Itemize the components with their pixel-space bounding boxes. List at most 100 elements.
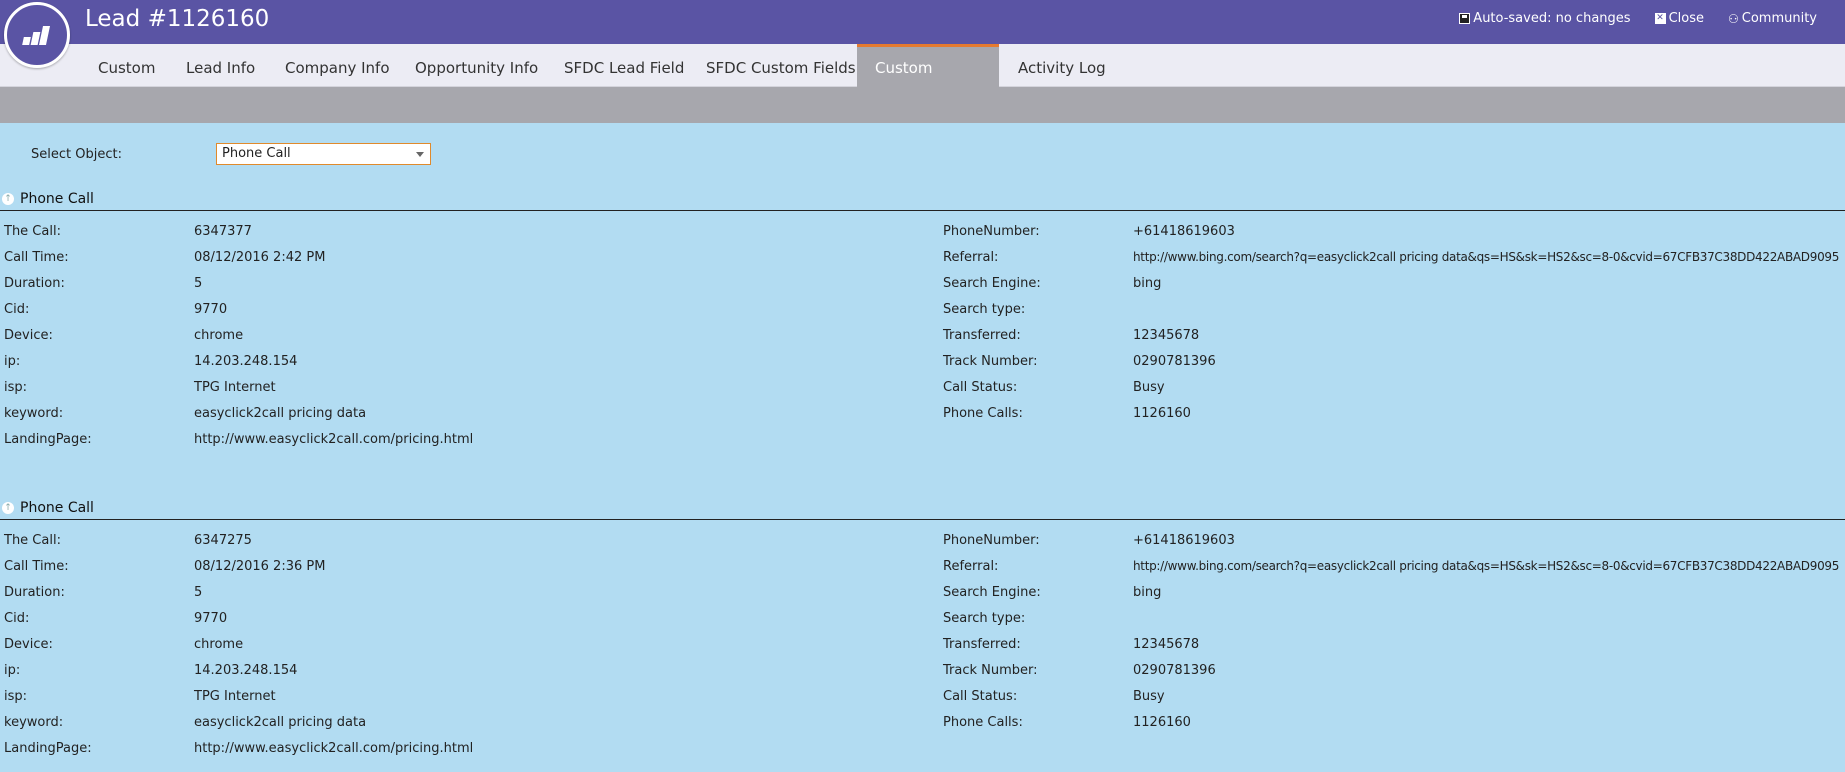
field-label: Device: <box>4 328 53 343</box>
field-label: Search Engine: <box>943 585 1041 600</box>
field-label: Search type: <box>943 302 1026 317</box>
tab-custom-objects[interactable]: Custom Objects <box>857 44 999 119</box>
logo-bar-1 <box>22 37 31 45</box>
field-label: Referral: <box>943 250 999 265</box>
field-value: 1126160 <box>1133 406 1191 421</box>
field-label: Search type: <box>943 611 1026 626</box>
field-value: 14.203.248.154 <box>194 663 298 678</box>
field-label: Phone Calls: <box>943 715 1023 730</box>
field-value: chrome <box>194 637 244 652</box>
field-value: http://www.bing.com/search?q=easyclick2c… <box>1133 250 1840 264</box>
field-value: 0290781396 <box>1133 354 1216 369</box>
field-label: PhoneNumber: <box>943 533 1040 548</box>
tab-lead-info[interactable]: Lead Info <box>168 44 273 87</box>
save-icon <box>1459 13 1471 24</box>
field-value: http://www.easyclick2call.com/pricing.ht… <box>194 741 474 756</box>
field-label: ip: <box>4 354 21 369</box>
close-button[interactable]: ✕ Close <box>1654 11 1704 26</box>
field-label: Referral: <box>943 559 999 574</box>
tab-sfdc-custom-fields[interactable]: SFDC Custom Fields <box>688 44 874 87</box>
collapse-icon[interactable]: ↑ <box>2 193 14 205</box>
field-value: TPG Internet <box>194 380 276 395</box>
field-value: +61418619603 <box>1133 224 1235 239</box>
field-value: 12345678 <box>1133 328 1200 343</box>
tab-custom[interactable]: Custom <box>80 44 173 87</box>
field-label: isp: <box>4 380 28 395</box>
tab-bar: Custom Lead Info Company Info Opportunit… <box>0 44 1845 119</box>
field-value: http://www.easyclick2call.com/pricing.ht… <box>194 432 474 447</box>
tab-activity-log[interactable]: Activity Log <box>1000 44 1124 87</box>
field-label: Cid: <box>4 611 30 626</box>
field-value: bing <box>1133 276 1162 291</box>
top-header: Lead #1126160 Auto-saved: no changes ✕ C… <box>0 0 1845 44</box>
field-value: TPG Internet <box>194 689 276 704</box>
field-value: 6347377 <box>194 224 252 239</box>
marketo-logo[interactable] <box>4 2 70 68</box>
field-label: Track Number: <box>943 663 1038 678</box>
field-label: The Call: <box>4 533 61 548</box>
field-value: Busy <box>1133 689 1165 704</box>
chevron-down-icon <box>416 152 424 157</box>
logo-bar-3 <box>38 26 51 45</box>
community-label: Community <box>1741 11 1817 26</box>
toolbar-strip <box>0 87 1845 123</box>
field-value: 1126160 <box>1133 715 1191 730</box>
record-1-header[interactable]: ↑ Phone Call <box>0 189 1845 211</box>
record-heading: Phone Call <box>20 500 94 516</box>
field-label: Call Time: <box>4 250 69 265</box>
field-label: keyword: <box>4 715 64 730</box>
community-link[interactable]: ⚇ Community <box>1728 11 1817 26</box>
autosave-text: Auto-saved: no changes <box>1473 11 1631 26</box>
field-label: ip: <box>4 663 21 678</box>
field-label: Phone Calls: <box>943 406 1023 421</box>
select-object-value: Phone Call <box>222 146 291 161</box>
field-value: +61418619603 <box>1133 533 1235 548</box>
field-value: easyclick2call pricing data <box>194 715 367 730</box>
field-label: Duration: <box>4 585 65 600</box>
field-value: 6347275 <box>194 533 252 548</box>
field-value: chrome <box>194 328 244 343</box>
collapse-icon[interactable]: ↑ <box>2 502 14 514</box>
select-object-dropdown[interactable]: Phone Call <box>216 143 431 165</box>
field-value: easyclick2call pricing data <box>194 406 367 421</box>
record-heading: Phone Call <box>20 191 94 207</box>
field-label: Transferred: <box>943 328 1021 343</box>
field-value: 0290781396 <box>1133 663 1216 678</box>
field-label: Call Status: <box>943 689 1018 704</box>
field-label: Call Time: <box>4 559 69 574</box>
header-actions: Auto-saved: no changes ✕ Close ⚇ Communi… <box>1459 11 1817 26</box>
close-label: Close <box>1668 11 1704 26</box>
field-label: Search Engine: <box>943 276 1041 291</box>
tab-opportunity-info[interactable]: Opportunity Info <box>397 44 556 87</box>
field-label: Transferred: <box>943 637 1021 652</box>
field-value: 08/12/2016 2:36 PM <box>194 559 326 574</box>
field-value: Busy <box>1133 380 1165 395</box>
field-label: LandingPage: <box>4 432 92 447</box>
field-label: keyword: <box>4 406 64 421</box>
field-label: Call Status: <box>943 380 1018 395</box>
field-value: 5 <box>194 585 203 600</box>
record-2-header[interactable]: ↑ Phone Call <box>0 498 1845 520</box>
field-value: 9770 <box>194 302 228 317</box>
field-label: Track Number: <box>943 354 1038 369</box>
field-label: isp: <box>4 689 28 704</box>
people-icon: ⚇ <box>1727 11 1739 26</box>
field-value: 14.203.248.154 <box>194 354 298 369</box>
field-value: bing <box>1133 585 1162 600</box>
close-icon: ✕ <box>1654 13 1666 24</box>
field-value: 9770 <box>194 611 228 626</box>
field-label: Cid: <box>4 302 30 317</box>
field-value: 12345678 <box>1133 637 1200 652</box>
tab-company-info[interactable]: Company Info <box>267 44 408 87</box>
autosave-status: Auto-saved: no changes <box>1459 11 1631 26</box>
tab-sfdc-lead-field[interactable]: SFDC Lead Field <box>546 44 702 87</box>
field-label: The Call: <box>4 224 61 239</box>
field-label: PhoneNumber: <box>943 224 1040 239</box>
field-label: Duration: <box>4 276 65 291</box>
field-value: 5 <box>194 276 203 291</box>
field-value: 08/12/2016 2:42 PM <box>194 250 326 265</box>
field-label: Device: <box>4 637 53 652</box>
field-label: LandingPage: <box>4 741 92 756</box>
field-value: http://www.bing.com/search?q=easyclick2c… <box>1133 559 1840 573</box>
page-title: Lead #1126160 <box>85 6 270 32</box>
